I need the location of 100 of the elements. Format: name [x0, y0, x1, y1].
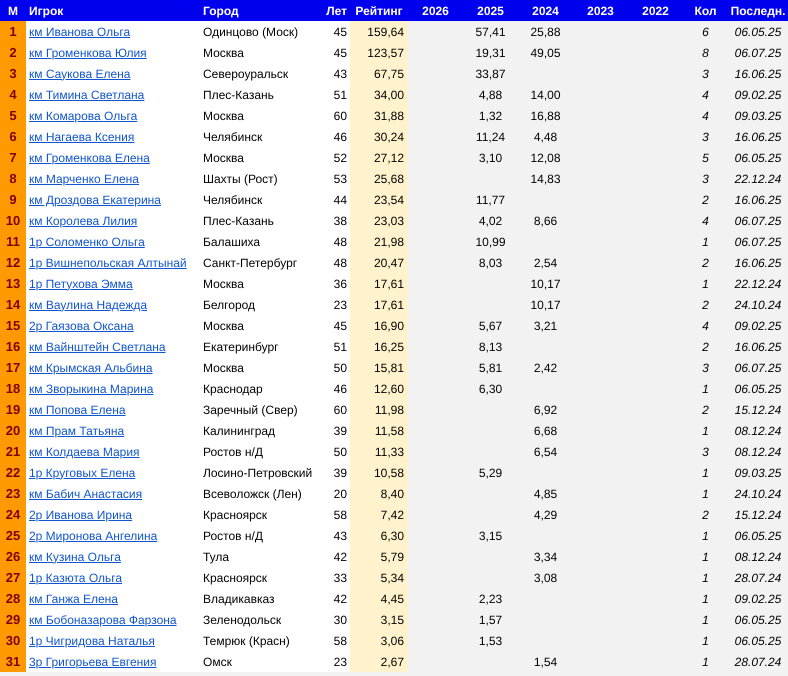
score-cell-text: 33,87	[474, 66, 507, 82]
rating-cell: 123,57	[350, 42, 408, 63]
score-cell-text: 25,88	[529, 24, 562, 40]
date-cell-text: 28.07.24	[734, 654, 782, 670]
count-cell-text: 1	[701, 570, 710, 586]
count-cell-text: 2	[701, 254, 710, 272]
rating-cell: 11,98	[350, 399, 408, 420]
city-cell: Челябинск	[200, 126, 322, 147]
age-cell: 60	[322, 105, 350, 126]
age-cell: 46	[322, 126, 350, 147]
rank-cell: 17	[0, 357, 26, 378]
city-cell: Москва	[200, 147, 322, 168]
rating-cell: 5,79	[350, 546, 408, 567]
score-cell-text: 1,32	[478, 108, 504, 124]
column-header: Кол	[694, 2, 718, 20]
date-cell-text: 09.03.25	[734, 464, 782, 482]
rank-cell: 16	[0, 336, 26, 357]
date-cell-text: 16.06.25	[734, 254, 782, 272]
rank-cell: 6	[0, 126, 26, 147]
city-cell: Москва	[200, 273, 322, 294]
rating-cell: 16,90	[350, 315, 408, 336]
age-cell: 44	[322, 189, 350, 210]
date-cell-text: 06.07.25	[734, 234, 782, 250]
rating-cell: 3,15	[350, 609, 408, 630]
date-cell-text: 06.05.25	[734, 380, 782, 398]
rating-cell: 30,24	[350, 126, 408, 147]
column-header: 2023	[586, 2, 615, 20]
age-cell: 52	[322, 147, 350, 168]
rating-cell: 34,00	[350, 84, 408, 105]
date-cell-text: 22.12.24	[734, 276, 782, 292]
rank-cell: 20	[0, 420, 26, 441]
date-cell-text: 06.05.25	[734, 528, 782, 544]
count-cell-text: 3	[701, 170, 710, 188]
city-cell: Москва	[200, 357, 322, 378]
age-cell: 46	[322, 378, 350, 399]
rating-cell: 11,58	[350, 420, 408, 441]
rating-cell: 17,61	[350, 273, 408, 294]
city-cell: Калининград	[200, 420, 322, 441]
score-cell-text: 5,29	[478, 464, 504, 482]
rating-cell: 2,67	[350, 651, 408, 672]
count-cell-text: 5	[701, 150, 710, 166]
rating-cell: 67,75	[350, 63, 408, 84]
count-cell-text: 2	[701, 338, 710, 356]
score-cell-text: 8,66	[532, 212, 558, 230]
age-cell: 58	[322, 630, 350, 651]
age-cell: 48	[322, 252, 350, 273]
age-cell: 45	[322, 42, 350, 63]
city-cell: Тула	[200, 546, 322, 567]
city-cell: Зеленодольск	[200, 609, 322, 630]
score-cell-text: 6,30	[478, 380, 504, 398]
column-header: М	[7, 2, 19, 20]
city-cell: Владикавказ	[200, 588, 322, 609]
score-cell-text: 12,08	[529, 150, 562, 166]
rank-cell: 31	[0, 651, 26, 672]
date-cell-text: 28.07.24	[734, 570, 782, 586]
city-cell: Лосино-Петровский	[200, 462, 322, 483]
column-header: 2025	[476, 2, 505, 20]
age-cell: 42	[322, 546, 350, 567]
date-cell-text: 08.12.24	[734, 444, 782, 460]
count-cell-text: 4	[701, 86, 710, 104]
city-cell: Балашиха	[200, 231, 322, 252]
count-cell-text: 2	[701, 296, 710, 314]
date-cell-text: 16.06.25	[734, 338, 782, 356]
age-cell: 45	[322, 21, 350, 42]
rank-cell: 28	[0, 588, 26, 609]
rating-cell: 23,54	[350, 189, 408, 210]
rank-cell: 23	[0, 483, 26, 504]
rating-cell: 20,47	[350, 252, 408, 273]
rank-cell: 22	[0, 462, 26, 483]
age-cell: 58	[322, 504, 350, 525]
rank-cell: 2	[0, 42, 26, 63]
city-cell: Омск	[200, 651, 322, 672]
age-cell: 43	[322, 525, 350, 546]
date-cell-text: 06.05.25	[734, 150, 782, 166]
score-cell-text: 4,85	[532, 486, 558, 502]
count-cell-text: 2	[701, 506, 710, 524]
city-cell: Москва	[200, 42, 322, 63]
age-cell: 60	[322, 399, 350, 420]
rating-cell: 5,34	[350, 567, 408, 588]
rank-cell: 3	[0, 63, 26, 84]
city-cell: Одинцово (Моск)	[200, 21, 322, 42]
score-cell-text: 8,13	[478, 338, 504, 356]
score-cell-text: 5,67	[478, 318, 504, 334]
rating-cell: 23,03	[350, 210, 408, 231]
city-cell: Плес-Казань	[200, 84, 322, 105]
age-cell: 48	[322, 231, 350, 252]
age-cell: 45	[322, 315, 350, 336]
rank-cell: 1	[0, 21, 26, 42]
age-cell: 50	[322, 357, 350, 378]
rank-cell: 26	[0, 546, 26, 567]
age-cell: 42	[322, 588, 350, 609]
date-cell-text: 09.02.25	[734, 318, 782, 334]
count-cell-text: 1	[701, 528, 710, 544]
rank-cell: 19	[0, 399, 26, 420]
age-cell: 53	[322, 168, 350, 189]
rank-cell: 25	[0, 525, 26, 546]
city-cell: Белгород	[200, 294, 322, 315]
rating-cell: 21,98	[350, 231, 408, 252]
score-cell-text: 11,77	[474, 192, 506, 208]
score-cell-text: 14,83	[529, 170, 562, 188]
